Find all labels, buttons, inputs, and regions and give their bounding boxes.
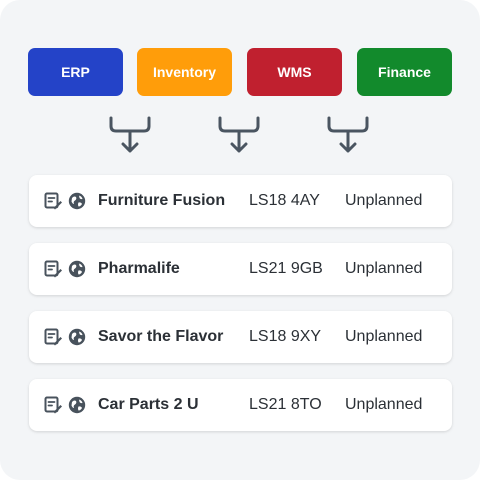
globe-icon[interactable] [68,192,86,210]
globe-icon[interactable] [68,260,86,278]
document-edit-icon[interactable] [44,396,62,414]
document-edit-icon[interactable] [44,328,62,346]
merge-arrow-down-icon [327,116,369,153]
status-label: Unplanned [345,260,423,277]
integration-card: ERP Inventory WMS Finance Furniture Fusi… [0,0,480,480]
status-label: Unplanned [345,396,423,413]
record-row[interactable]: Pharmalife LS21 9GB Unplanned [29,243,452,295]
postcode: LS21 9GB [249,260,323,277]
source-erp-button[interactable]: ERP [28,48,123,96]
company-name: Furniture Fusion [98,192,226,209]
company-name: Car Parts 2 U [98,396,199,413]
postcode: LS18 4AY [249,192,320,209]
document-edit-icon[interactable] [44,192,62,210]
status-label: Unplanned [345,328,423,345]
source-wms-button[interactable]: WMS [247,48,342,96]
source-finance-button[interactable]: Finance [357,48,452,96]
merge-arrow-down-icon [109,116,151,153]
globe-icon[interactable] [68,396,86,414]
postcode: LS18 9XY [249,328,322,345]
source-inventory-button[interactable]: Inventory [137,48,232,96]
globe-icon[interactable] [68,328,86,346]
company-name: Pharmalife [98,260,180,277]
company-name: Savor the Flavor [98,328,224,345]
document-edit-icon[interactable] [44,260,62,278]
merge-arrow-down-icon [218,116,260,153]
record-row[interactable]: Car Parts 2 U LS21 8TO Unplanned [29,379,452,431]
record-row[interactable]: Savor the Flavor LS18 9XY Unplanned [29,311,452,363]
record-row[interactable]: Furniture Fusion LS18 4AY Unplanned [29,175,452,227]
postcode: LS21 8TO [249,396,322,413]
status-label: Unplanned [345,192,423,209]
